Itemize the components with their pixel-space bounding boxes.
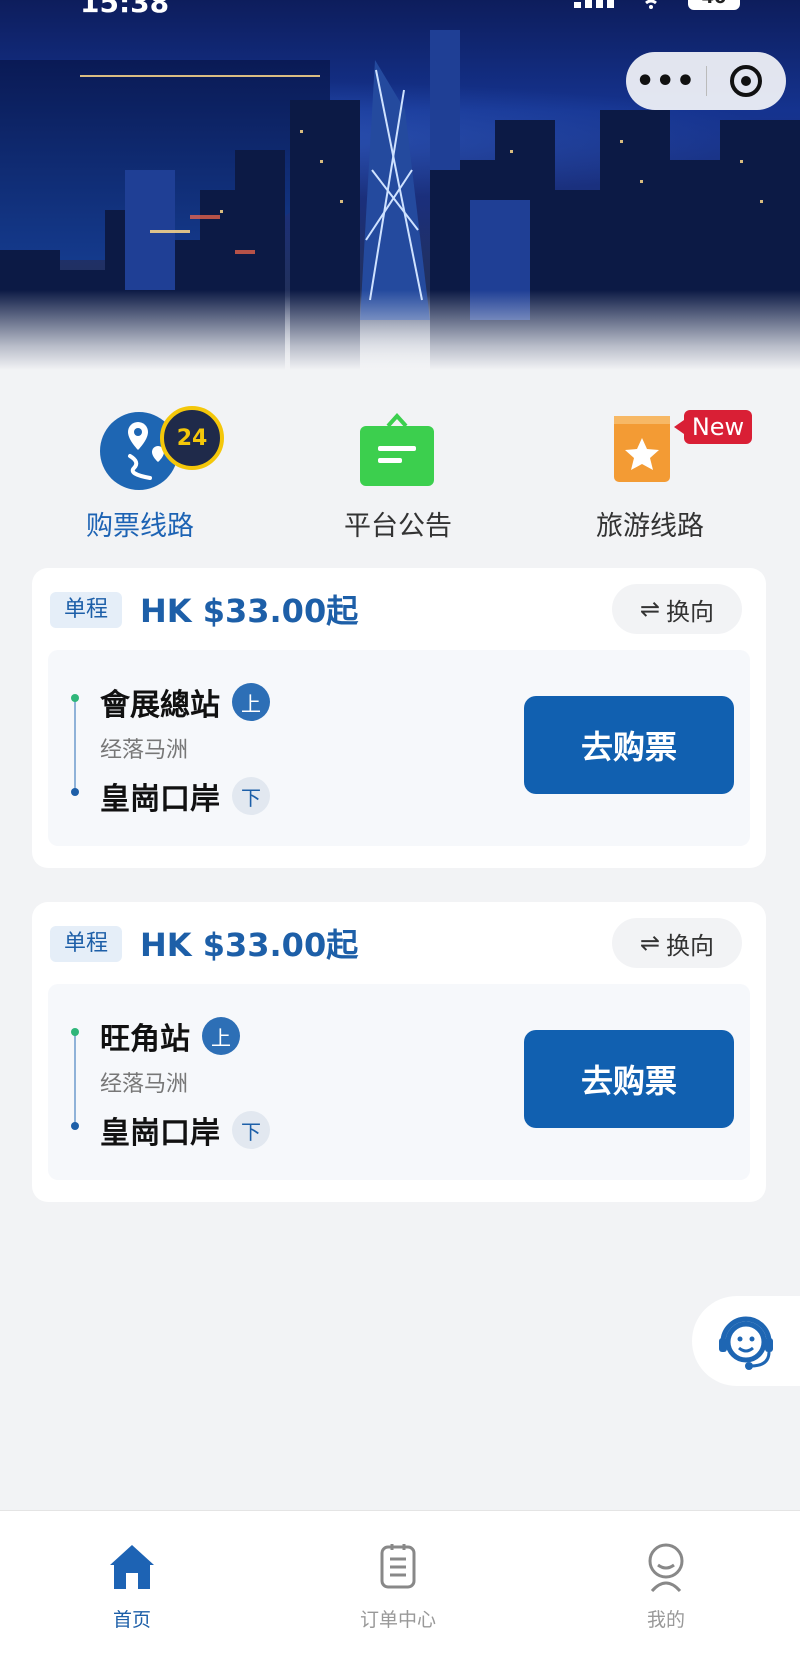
ellipsis-icon[interactable]: ••• xyxy=(626,64,706,99)
origin-station: 會展總站 上 xyxy=(100,680,270,724)
swap-direction-button[interactable]: ⇌ 换向 xyxy=(612,584,742,634)
order-list-icon xyxy=(380,1544,416,1589)
menu-label: 购票线路 xyxy=(86,511,194,542)
destination-station: 皇崗口岸 下 xyxy=(100,1108,270,1152)
trip-type-tag: 单程 xyxy=(50,926,122,962)
route-price: HK $33.00起 xyxy=(140,592,359,630)
destination-name: 皇崗口岸 xyxy=(100,1116,220,1151)
route-card: 单程 HK $33.00起 ⇌ 换向 旺角站 上 经落马洲 皇崗口岸 下 去购票 xyxy=(32,902,766,1202)
new-tag: New xyxy=(674,410,752,444)
customer-service-button[interactable] xyxy=(692,1296,800,1386)
notice-bag-icon xyxy=(360,413,434,486)
destination-dot xyxy=(71,788,79,796)
24-hour-badge-icon: 24 xyxy=(160,406,224,470)
mini-program-capsule: ••• xyxy=(626,52,786,110)
tour-book-icon xyxy=(614,416,670,482)
home-icon xyxy=(110,1545,154,1589)
tab-label: 首页 xyxy=(112,1609,151,1631)
swap-icon: ⇌ xyxy=(639,595,661,623)
destination-station: 皇崗口岸 下 xyxy=(100,774,270,818)
via-text: 经落马洲 xyxy=(100,738,189,763)
origin-name: 會展總站 xyxy=(100,688,220,723)
profile-icon xyxy=(648,1543,684,1593)
origin-name: 旺角站 xyxy=(100,1022,190,1057)
headset-agent-icon xyxy=(719,1316,773,1370)
origin-dot xyxy=(71,694,79,702)
route-detail: 旺角站 上 经落马洲 皇崗口岸 下 去购票 xyxy=(48,984,750,1180)
route-price: HK $33.00起 xyxy=(140,926,359,964)
alight-tag: 下 xyxy=(232,777,270,815)
battery-icon: 40 xyxy=(688,0,740,10)
tab-label: 订单中心 xyxy=(359,1609,436,1631)
tab-profile[interactable]: 我的 xyxy=(566,1525,766,1631)
swap-direction-button[interactable]: ⇌ 换向 xyxy=(612,918,742,968)
target-icon[interactable] xyxy=(707,65,787,97)
status-time: 15:38 xyxy=(80,0,170,19)
menu-label: 旅游线路 xyxy=(596,511,704,542)
tab-orders[interactable]: 订单中心 xyxy=(298,1525,498,1631)
destination-dot xyxy=(71,1122,79,1130)
tab-home[interactable]: 首页 xyxy=(32,1525,232,1631)
board-tag: 上 xyxy=(202,1017,240,1055)
swap-icon: ⇌ xyxy=(639,929,661,957)
buy-ticket-button[interactable]: 去购票 xyxy=(524,696,734,794)
status-bar: 15:38 40 xyxy=(0,0,800,19)
via-text: 经落马洲 xyxy=(100,1072,189,1097)
bottom-tab-bar: 首页 订单中心 我的 xyxy=(0,1510,800,1662)
quick-menu: 24 购票线路 平台公告 New 旅游线路 xyxy=(0,400,800,550)
route-detail: 會展總站 上 经落马洲 皇崗口岸 下 去购票 xyxy=(48,650,750,846)
buy-ticket-button[interactable]: 去购票 xyxy=(524,1030,734,1128)
wifi-icon xyxy=(642,0,660,9)
alight-tag: 下 xyxy=(232,1111,270,1149)
board-tag: 上 xyxy=(232,683,270,721)
destination-name: 皇崗口岸 xyxy=(100,782,220,817)
menu-label: 平台公告 xyxy=(344,511,452,542)
swap-label: 换向 xyxy=(666,931,715,960)
origin-station: 旺角站 上 xyxy=(100,1014,240,1058)
swap-label: 换向 xyxy=(666,597,715,626)
signal-icon xyxy=(574,0,614,8)
route-card: 单程 HK $33.00起 ⇌ 换向 會展總站 上 经落马洲 皇崗口岸 下 去购… xyxy=(32,568,766,868)
tab-label: 我的 xyxy=(646,1609,685,1631)
origin-dot xyxy=(71,1028,79,1036)
trip-type-tag: 单程 xyxy=(50,592,122,628)
